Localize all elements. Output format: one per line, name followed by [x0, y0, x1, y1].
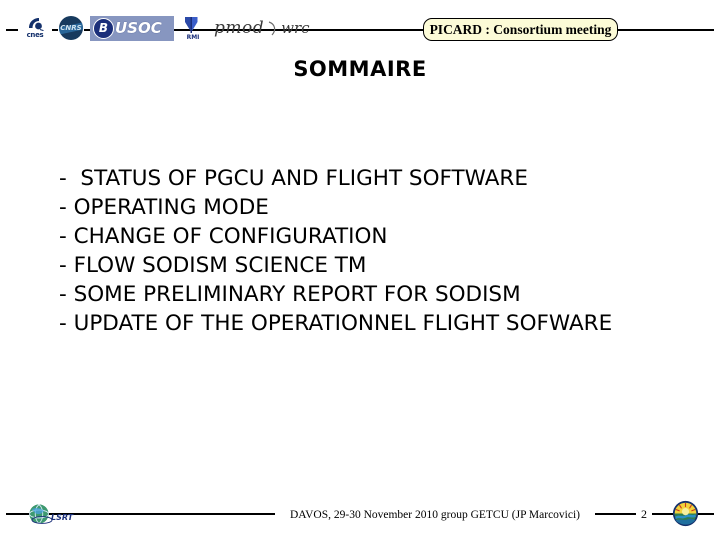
pmod-wrc-logo: pmod wrc — [214, 15, 310, 41]
page-number-text: 2 — [641, 507, 647, 521]
pmod-arc-icon — [267, 20, 278, 37]
busoc-logo: B USOC — [90, 15, 174, 41]
cnrs-disc-icon: CNRS — [59, 16, 83, 40]
sun-landscape-emblem-icon — [672, 500, 699, 527]
list-item: - OPERATING MODE — [59, 195, 269, 220]
pmod-logo-text: pmod — [214, 17, 265, 38]
footer-caption: DAVOS, 29-30 November 2010 group GETCU (… — [275, 505, 595, 523]
busoc-logo-text: USOC — [115, 18, 162, 37]
page-title: SOMMAIRE — [293, 57, 427, 81]
busoc-badge-letter: B — [98, 21, 109, 35]
globe-icon — [28, 502, 53, 527]
cnes-logo-text: cnes — [26, 31, 44, 39]
wrc-logo-text: wrc — [281, 18, 310, 37]
cnrs-logo: CNRS — [58, 15, 84, 41]
picard-banner: PICARD : Consortium meeting — [423, 18, 618, 41]
picard-banner-label: PICARD : Consortium meeting — [429, 21, 612, 37]
rmi-logo: RMI — [180, 13, 206, 43]
cnes-satellite-icon — [27, 17, 44, 32]
cnrs-logo-text: CNRS — [60, 24, 82, 32]
sun-emblem-logo — [672, 500, 700, 528]
slide-footer: LSRT DAVOS, 29-30 November 2010 group GE… — [0, 496, 720, 536]
partner-logo-strip: cnes CNRS B USOC RMI pmod wrc — [18, 12, 310, 44]
list-item: - CHANGE OF CONFIGURATION — [59, 224, 388, 249]
rmi-logo-text: RMI — [186, 33, 200, 41]
list-item: - UPDATE OF THE OPERATIONNEL FLIGHT SOFW… — [59, 311, 613, 336]
busoc-badge-icon: B — [93, 17, 114, 39]
list-item: - STATUS OF PGCU AND FLIGHT SOFTWARE — [59, 166, 528, 191]
lsrt-logo-text: LSRT — [51, 512, 74, 522]
list-item: - FLOW SODISM SCIENCE TM — [59, 253, 367, 278]
slide-canvas: cnes CNRS B USOC RMI pmod wrc PICARD: C… — [0, 0, 720, 540]
slide-header: cnes CNRS B USOC RMI pmod wrc PICARD: C… — [0, 0, 720, 52]
cnes-logo: cnes — [18, 13, 52, 43]
list-item: - SOME PRELIMINARY REPORT FOR SODISM — [59, 282, 521, 307]
page-number: 2 — [636, 505, 652, 523]
agenda-list: - STATUS OF PGCU AND FLIGHT SOFTWARE - O… — [59, 164, 699, 338]
footer-caption-text: DAVOS, 29-30 November 2010 group GETCU (… — [289, 509, 581, 521]
rmi-butterfly-icon — [182, 16, 204, 35]
lsrt-logo: LSRT — [28, 499, 92, 529]
